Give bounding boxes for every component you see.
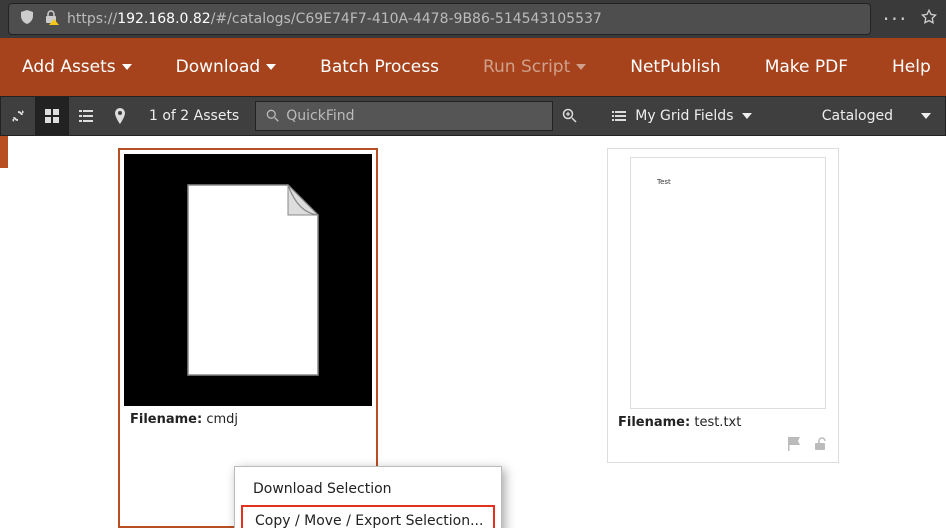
chevron-down-icon <box>921 113 931 119</box>
quickfind-search[interactable] <box>255 101 553 131</box>
nav-batch-process[interactable]: Batch Process <box>298 38 461 96</box>
grid-fields-dropdown[interactable]: My Grid Fields <box>595 108 767 124</box>
lock-warning-icon <box>43 9 59 29</box>
chevron-down-icon <box>742 113 752 119</box>
browser-urlbar: https://192.168.0.82/#/catalogs/C69E74F7… <box>0 0 946 38</box>
asset-filename: Filename: test.txt <box>612 409 834 432</box>
context-menu: Download Selection Copy / Move / Export … <box>234 466 502 528</box>
url-field[interactable]: https://192.168.0.82/#/catalogs/C69E74F7… <box>8 3 871 35</box>
page-actions-icon[interactable]: ··· <box>877 7 914 31</box>
asset-status-icons <box>612 432 834 458</box>
asset-thumbnail <box>124 154 372 406</box>
list-view-button[interactable] <box>69 96 103 136</box>
nav-download[interactable]: Download <box>154 38 299 96</box>
map-pin-button[interactable] <box>103 96 137 136</box>
asset-thumbnail: Test <box>630 157 826 409</box>
chevron-down-icon <box>266 64 276 70</box>
search-icon <box>266 109 280 123</box>
bookmark-star-icon[interactable] <box>920 8 938 30</box>
asset-toolbar: 1 of 2 Assets My Grid Fields Cataloged <box>0 96 946 136</box>
main-navbar: Add Assets Download Batch Process Run Sc… <box>0 38 946 96</box>
quickfind-input[interactable] <box>286 108 542 124</box>
asset-card[interactable]: Test Filename: test.txt <box>607 148 839 463</box>
sort-dropdown[interactable]: Cataloged <box>808 108 945 124</box>
nav-help[interactable]: Help <box>870 38 946 96</box>
list-icon <box>611 108 627 124</box>
unlock-icon[interactable] <box>812 436 828 452</box>
url-text: https://192.168.0.82/#/catalogs/C69E74F7… <box>67 11 602 27</box>
selection-accent <box>0 136 8 168</box>
flag-icon[interactable] <box>786 436 804 452</box>
nav-add-assets[interactable]: Add Assets <box>0 38 154 96</box>
thumb-preview-text: Test <box>657 178 671 186</box>
asset-grid: Filename: cmdj Test Filename: test.txt D… <box>0 136 946 528</box>
asset-count-label: 1 of 2 Assets <box>137 108 251 124</box>
cm-copy-move-export[interactable]: Copy / Move / Export Selection... <box>241 505 495 528</box>
chevron-down-icon <box>122 64 132 70</box>
refresh-button[interactable] <box>1 96 35 136</box>
cm-download-selection[interactable]: Download Selection <box>235 473 501 505</box>
grid-view-button[interactable] <box>35 96 69 136</box>
zoom-search-button[interactable] <box>553 96 587 136</box>
nav-make-pdf[interactable]: Make PDF <box>743 38 870 96</box>
chevron-down-icon <box>576 64 586 70</box>
nav-run-script[interactable]: Run Script <box>461 38 608 96</box>
asset-filename: Filename: cmdj <box>124 406 372 429</box>
shield-icon <box>19 9 35 29</box>
nav-netpublish[interactable]: NetPublish <box>608 38 742 96</box>
